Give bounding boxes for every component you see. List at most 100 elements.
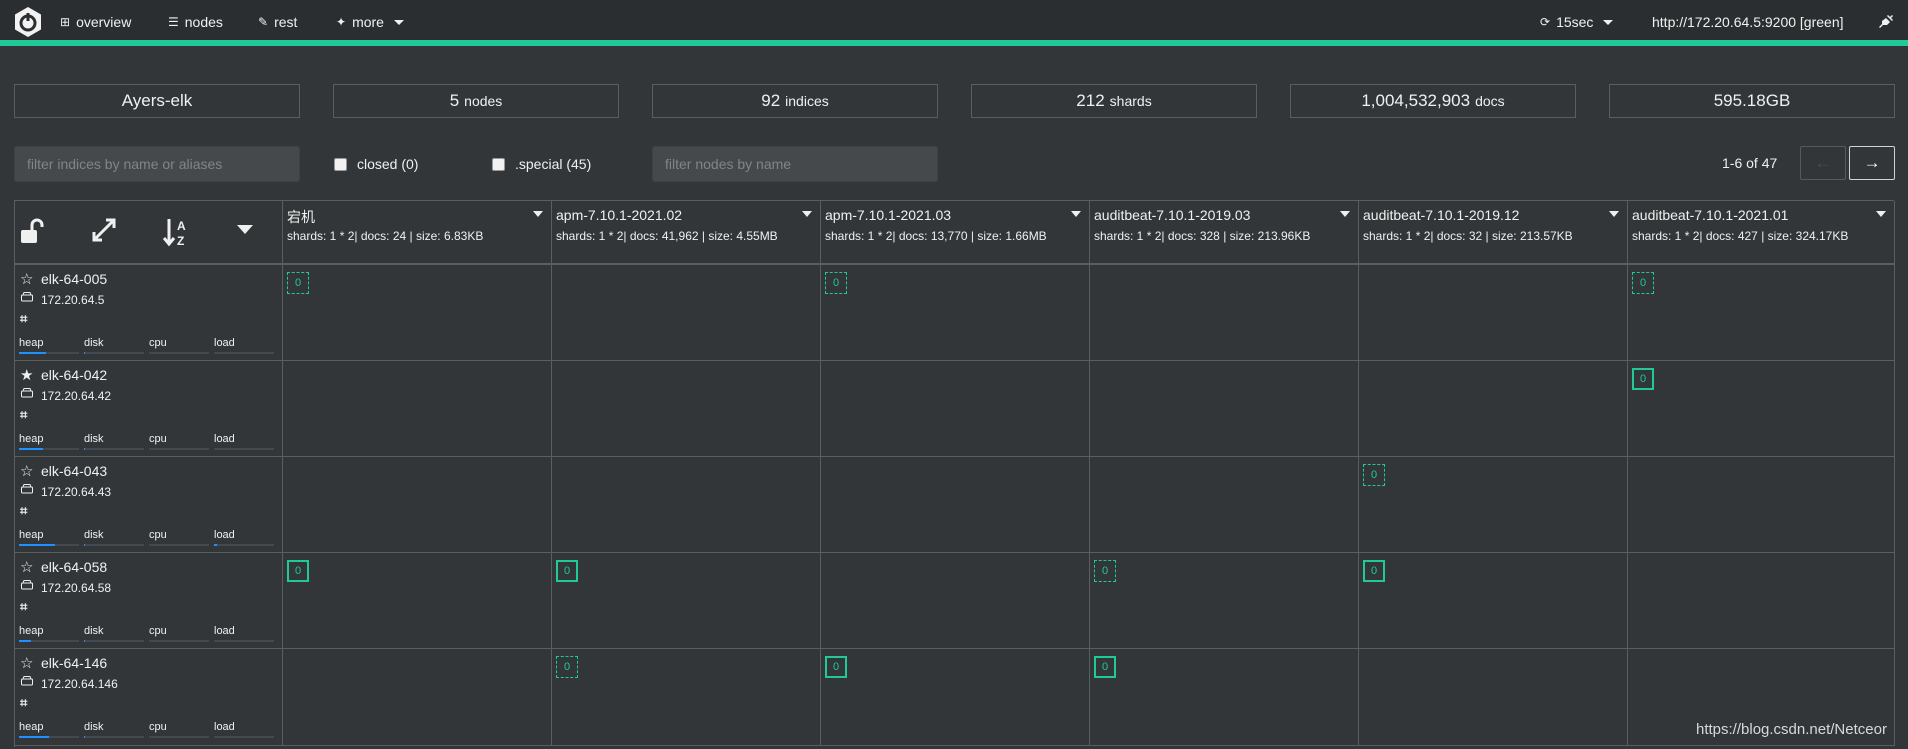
crop-icon[interactable]: ⌗	[20, 599, 27, 615]
shard-allocation-table: A Z 宕机 shards: 1 * 2| docs: 24 | size: 6.…	[14, 200, 1895, 747]
caret-down-icon[interactable]	[533, 211, 543, 217]
shard-primary[interactable]: 0	[825, 656, 847, 678]
index-name[interactable]: auditbeat-7.10.1-2021.01	[1632, 207, 1788, 223]
index-name[interactable]: auditbeat-7.10.1-2019.03	[1094, 207, 1250, 223]
stat-shards: 212 shards	[971, 84, 1257, 118]
special-checkbox[interactable]: .special (45)	[492, 156, 591, 172]
metric-bar	[214, 544, 274, 546]
node-row-header: ☆ elk-64-005 172.20.64.5 ⌗ heap disk cpu load	[15, 265, 283, 361]
crop-icon[interactable]: ⌗	[20, 695, 27, 711]
index-meta: shards: 1 * 2| docs: 24 | size: 6.83KB	[287, 229, 484, 243]
shard-primary[interactable]: 0	[1363, 560, 1385, 582]
shard-replica[interactable]: 0	[825, 272, 847, 294]
metric-label: disk	[84, 721, 104, 733]
node-name[interactable]: elk-64-043	[41, 463, 107, 479]
stat-cluster-name: Ayers-elk	[14, 84, 300, 118]
filter-nodes-input[interactable]	[652, 146, 938, 182]
shard-primary[interactable]: 0	[287, 560, 309, 582]
pagination-info: 1-6 of 47	[1722, 155, 1778, 171]
expand-icon[interactable]	[91, 217, 117, 243]
next-page-button[interactable]: →	[1849, 146, 1895, 180]
checkbox-icon[interactable]	[492, 157, 505, 171]
closed-checkbox[interactable]: closed (0)	[334, 156, 418, 172]
metric-3: load	[214, 433, 274, 450]
index-meta: shards: 1 * 2| docs: 41,962 | size: 4.55…	[556, 229, 778, 243]
metric-label: load	[214, 529, 235, 541]
caret-down-icon[interactable]	[1609, 211, 1619, 217]
caret-down-icon[interactable]	[237, 225, 253, 234]
metric-1: disk	[84, 721, 144, 738]
metric-0: heap	[19, 721, 79, 738]
chevron-down-icon	[393, 19, 404, 25]
metric-label: heap	[19, 337, 44, 349]
index-name[interactable]: apm-7.10.1-2021.02	[556, 207, 682, 223]
caret-down-icon[interactable]	[1876, 211, 1886, 217]
metric-1: disk	[84, 625, 144, 642]
checkbox-icon[interactable]	[334, 157, 347, 171]
metric-bar	[84, 544, 144, 546]
index-meta: shards: 1 * 2| docs: 427 | size: 324.17K…	[1632, 229, 1849, 243]
cluster-url[interactable]: http://172.20.64.5:9200 [green]	[1652, 14, 1844, 30]
shard-cell: 0	[1628, 361, 1895, 457]
node-name[interactable]: elk-64-058	[41, 559, 107, 575]
shard-cell: 0	[552, 553, 821, 649]
sort-alpha-icon[interactable]: A Z	[163, 217, 191, 249]
node-name[interactable]: elk-64-042	[41, 367, 107, 383]
node-row-header: ☆ elk-64-146 172.20.64.146 ⌗ heap disk cpu load	[15, 649, 283, 746]
index-name[interactable]: 宕机	[287, 207, 315, 227]
filter-indices-input[interactable]	[14, 146, 300, 182]
shard-cell	[821, 553, 1090, 649]
metric-label: cpu	[149, 625, 167, 637]
cluster-url-label: http://172.20.64.5:9200 [green]	[1652, 14, 1844, 30]
metric-bar	[149, 448, 209, 450]
shard-primary[interactable]: 0	[556, 560, 578, 582]
plug-icon[interactable]	[1878, 14, 1894, 30]
cerebro-logo-icon[interactable]	[12, 6, 44, 38]
metric-0: heap	[19, 529, 79, 546]
node-name[interactable]: elk-64-146	[41, 655, 107, 671]
index-header: 宕机 shards: 1 * 2| docs: 24 | size: 6.83KB	[283, 201, 552, 265]
node-name[interactable]: elk-64-005	[41, 271, 107, 287]
star-icon: ☆	[20, 463, 34, 480]
metric-label: cpu	[149, 529, 167, 541]
metric-3: load	[214, 625, 274, 642]
unlock-icon[interactable]	[19, 217, 45, 245]
sitemap-icon: ⊞	[60, 15, 71, 29]
index-header: auditbeat-7.10.1-2019.12 shards: 1 * 2| d…	[1359, 201, 1628, 265]
shard-replica[interactable]: 0	[1363, 464, 1385, 486]
nav-more[interactable]: ✦ more	[336, 14, 404, 30]
metric-bar	[214, 448, 274, 450]
shard-replica[interactable]: 0	[1094, 560, 1116, 582]
metric-fill	[84, 544, 85, 546]
shard-replica[interactable]: 0	[1632, 272, 1654, 294]
shard-primary[interactable]: 0	[1094, 656, 1116, 678]
wand-icon: ✦	[336, 15, 347, 29]
nav-overview[interactable]: ⊞ overview	[60, 14, 131, 30]
nodes-label: nodes	[464, 93, 503, 109]
shard-replica[interactable]: 0	[556, 656, 578, 678]
previous-page-button[interactable]: ←	[1800, 146, 1846, 180]
crop-icon[interactable]: ⌗	[20, 311, 27, 327]
metric-fill	[19, 544, 55, 546]
shard-primary[interactable]: 0	[1632, 368, 1654, 390]
star-filled-icon: ★	[20, 367, 34, 384]
refresh-interval-dropdown[interactable]: ⟳ 15sec	[1540, 14, 1614, 30]
caret-down-icon[interactable]	[802, 211, 812, 217]
metric-bar	[84, 448, 144, 450]
crop-icon[interactable]: ⌗	[20, 503, 27, 519]
nav-nodes[interactable]: ☰ nodes	[168, 14, 223, 30]
node-ip: 172.20.64.42	[41, 389, 112, 403]
hdd-icon	[21, 484, 33, 494]
metric-1: disk	[84, 433, 144, 450]
nav-rest[interactable]: ✎ rest	[258, 14, 297, 30]
hdd-icon	[21, 292, 33, 302]
index-name[interactable]: auditbeat-7.10.1-2019.12	[1363, 207, 1519, 223]
caret-down-icon[interactable]	[1340, 211, 1350, 217]
index-meta: shards: 1 * 2| docs: 32 | size: 213.57KB	[1363, 229, 1573, 243]
shard-cell: 0	[821, 265, 1090, 361]
crop-icon[interactable]: ⌗	[20, 407, 27, 423]
shard-replica[interactable]: 0	[287, 272, 309, 294]
metric-label: disk	[84, 433, 104, 445]
index-name[interactable]: apm-7.10.1-2021.03	[825, 207, 951, 223]
caret-down-icon[interactable]	[1071, 211, 1081, 217]
